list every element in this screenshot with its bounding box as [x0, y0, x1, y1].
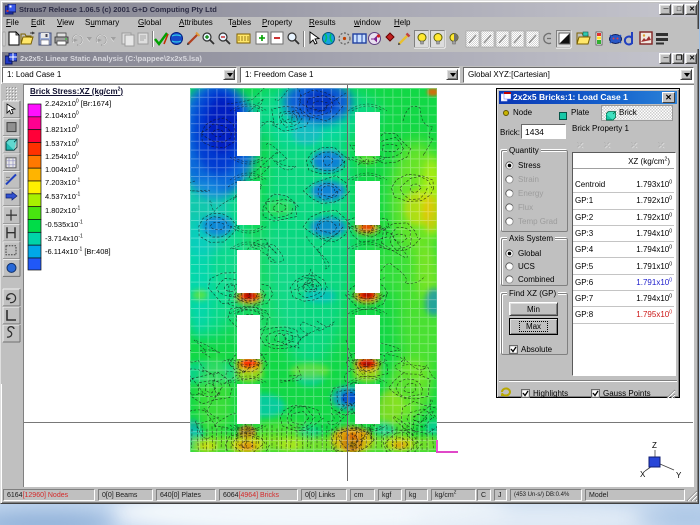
svg-text:Z: Z: [652, 441, 657, 450]
svg-text:X: X: [640, 470, 646, 479]
svg-text:Y: Y: [676, 471, 682, 480]
